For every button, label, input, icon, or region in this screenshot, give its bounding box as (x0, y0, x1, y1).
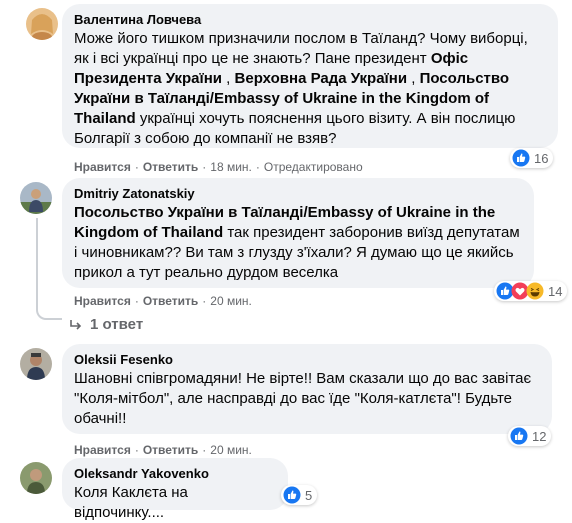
reaction-count: 5 (305, 487, 313, 503)
haha-reaction-icon (526, 282, 544, 300)
view-replies-link[interactable]: 1 ответ (68, 316, 143, 333)
comment-text: Шановні співгромадяни! Не вірте!! Вам ск… (74, 370, 532, 427)
comment-text-part: , (407, 70, 420, 87)
comment-text: Може його тишком призначили послом в Таї… (74, 29, 546, 149)
avatar-photo-icon (20, 462, 52, 494)
comment-bubble: Oleksii Fesenko Шановні співгромадяни! Н… (62, 344, 552, 434)
comment-author[interactable]: Dmitriy Zatonatskiy (74, 185, 522, 202)
comment-text: Коля Каклєта на відпочинку.... (74, 484, 188, 521)
comment-bubble: Oleksandr Yakovenko Коля Каклєта на відп… (62, 458, 288, 521)
comment-bubble: Dmitriy Zatonatskiy Посольство України в… (62, 178, 534, 288)
replies-count-label: 1 ответ (90, 316, 144, 333)
like-reaction-icon (283, 486, 301, 504)
comment-timestamp[interactable]: 20 мин. (210, 443, 252, 457)
avatar[interactable] (20, 182, 52, 214)
thread-connector (36, 218, 62, 320)
avatar[interactable] (20, 348, 52, 380)
like-action[interactable]: Нравится (74, 443, 131, 457)
comment-actions: Нравится · Ответить · 20 мин. (74, 294, 252, 308)
avatar[interactable] (20, 462, 52, 494)
reply-arrow-icon (70, 319, 82, 330)
avatar[interactable] (26, 8, 58, 40)
comment-author[interactable]: Валентина Ловчева (74, 11, 546, 28)
comment-author[interactable]: Oleksii Fesenko (74, 351, 540, 368)
comment-text-part: українці хочуть пояснення цього візиту. … (74, 110, 516, 147)
reaction-summary[interactable]: 5 (281, 485, 318, 505)
avatar-photo-icon (20, 182, 52, 214)
comment-actions: Нравится · Ответить · 20 мин. (74, 443, 252, 457)
edited-label: Отредактировано (263, 160, 363, 174)
comment-timestamp[interactable]: 18 мин. (210, 160, 252, 174)
comment-author[interactable]: Oleksandr Yakovenko (74, 465, 276, 482)
avatar-photo-icon (26, 8, 58, 40)
reaction-count: 14 (548, 283, 563, 299)
comment-text: Посольство України в Таїланді/Embassy of… (74, 203, 522, 283)
comment-text-part: , (222, 70, 235, 87)
like-action[interactable]: Нравится (74, 294, 131, 308)
like-reaction-icon (510, 427, 528, 445)
reaction-summary[interactable]: 14 (494, 281, 568, 301)
reaction-summary[interactable]: 12 (508, 426, 552, 446)
comment-timestamp[interactable]: 20 мин. (210, 294, 252, 308)
reaction-count: 12 (532, 428, 547, 444)
reply-action[interactable]: Ответить (143, 443, 198, 457)
comment-bubble: Валентина Ловчева Може його тишком призн… (62, 4, 558, 148)
like-reaction-icon (512, 149, 530, 167)
avatar-photo-icon (20, 348, 52, 380)
like-action[interactable]: Нравится (74, 160, 131, 174)
reaction-count: 16 (534, 150, 549, 166)
reply-action[interactable]: Ответить (143, 294, 198, 308)
reply-action[interactable]: Ответить (143, 160, 198, 174)
comment-actions: Нравится · Ответить · 18 мин. · Отредактирован… (74, 160, 363, 174)
reaction-summary[interactable]: 16 (510, 148, 554, 168)
mention-link[interactable]: Верховна Рада України (235, 70, 408, 87)
